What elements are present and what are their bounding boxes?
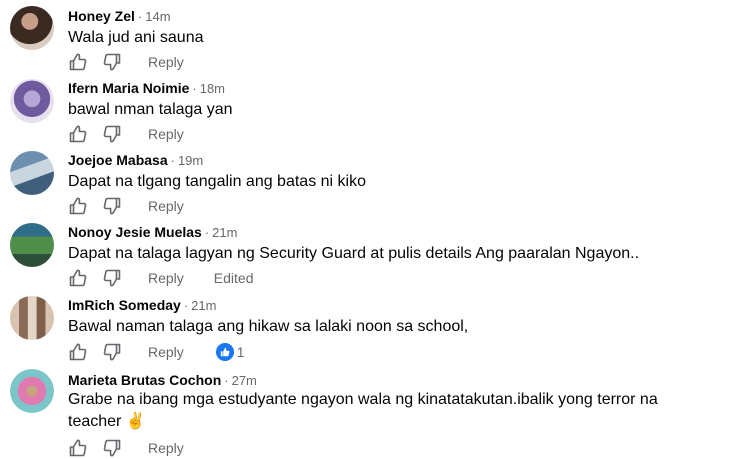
avatar[interactable] [10, 79, 54, 123]
comment-timestamp[interactable]: 21m [212, 225, 237, 240]
separator-dot: · [192, 81, 197, 96]
author-name[interactable]: Joejoe Mabasa [68, 152, 168, 168]
comment-header: ImRich Someday · 21m [68, 297, 216, 313]
avatar[interactable] [10, 151, 54, 195]
separator-dot: · [204, 225, 210, 240]
like-reaction-icon [215, 343, 234, 361]
comment-actions: Reply [68, 195, 214, 217]
comment-text: Dapat na talaga lagyan ng Security Guard… [68, 245, 640, 262]
avatar[interactable] [10, 369, 54, 413]
author-name[interactable]: Honey Zel [68, 8, 135, 24]
comment-timestamp[interactable]: 27m [232, 373, 257, 388]
dislike-icon[interactable] [102, 342, 122, 362]
reaction-count: 1 [236, 344, 245, 360]
dislike-icon[interactable] [102, 52, 122, 72]
reply-button[interactable]: Reply [148, 198, 184, 214]
reply-button[interactable]: Reply [148, 344, 184, 360]
avatar[interactable] [10, 6, 54, 50]
author-name[interactable]: ImRich Someday [68, 297, 181, 313]
comment-timestamp[interactable]: 14m [145, 9, 170, 24]
comment-text: Grabe na ibang mga estudyante ngayon wal… [68, 391, 658, 430]
reply-button[interactable]: Reply [148, 440, 184, 456]
dislike-icon[interactable] [102, 196, 122, 216]
reply-button[interactable]: Reply [148, 270, 184, 286]
comment-actions: Reply 1 [68, 341, 245, 363]
comment-text: Bawal naman talaga ang hikaw sa lalaki n… [68, 318, 469, 335]
reply-button[interactable]: Reply [148, 54, 184, 70]
avatar[interactable] [10, 223, 54, 267]
author-name[interactable]: Ifern Maria Noimie [68, 80, 189, 96]
edited-label: Edited [213, 270, 254, 286]
comment-text: Dapat na tlgang tangalin ang batas ni ki… [68, 173, 366, 190]
dislike-icon[interactable] [102, 268, 122, 288]
comment-text: Wala jud ani sauna [68, 29, 204, 46]
like-icon[interactable] [68, 196, 88, 216]
comment-header: Nonoy Jesie Muelas · 21m [68, 224, 237, 240]
like-icon[interactable] [68, 342, 88, 362]
like-icon[interactable] [68, 268, 88, 288]
separator-dot: · [170, 153, 175, 168]
comment-text: bawal nman talaga yan [68, 101, 233, 118]
comment-header: Marieta Brutas Cochon · 27m [68, 372, 257, 388]
author-name[interactable]: Nonoy Jesie Muelas [68, 224, 202, 240]
reply-button[interactable]: Reply [148, 126, 184, 142]
like-icon[interactable] [68, 124, 88, 144]
like-icon[interactable] [68, 438, 88, 458]
comment-actions: Reply [68, 51, 214, 73]
comment-header: Joejoe Mabasa · 19m [68, 152, 203, 168]
comment-timestamp[interactable]: 18m [200, 81, 225, 96]
comment-actions: Reply [68, 437, 214, 459]
like-icon[interactable] [68, 52, 88, 72]
comment-timestamp[interactable]: 19m [178, 153, 203, 168]
separator-dot: · [137, 9, 143, 24]
separator-dot: · [224, 373, 229, 388]
comment-header: Ifern Maria Noimie · 18m [68, 80, 225, 96]
author-name[interactable]: Marieta Brutas Cochon [68, 372, 221, 388]
separator-dot: · [183, 298, 189, 313]
reaction-summary[interactable]: 1 [215, 343, 245, 361]
comment-actions: Reply [68, 123, 214, 145]
dislike-icon[interactable] [102, 124, 122, 144]
comment-actions: Reply Edited [68, 267, 254, 289]
dislike-icon[interactable] [102, 438, 122, 458]
comment-header: Honey Zel · 14m [68, 8, 171, 24]
avatar[interactable] [10, 296, 54, 340]
comment-timestamp[interactable]: 21m [191, 298, 216, 313]
